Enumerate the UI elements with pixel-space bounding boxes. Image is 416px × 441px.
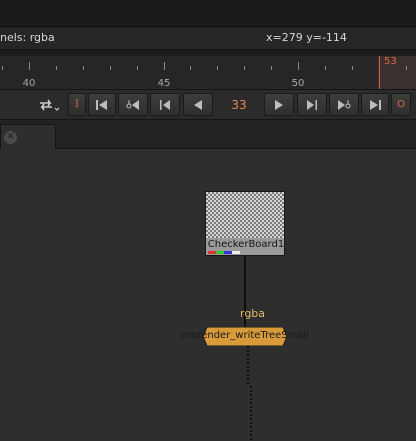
timeline-tick bbox=[164, 62, 165, 70]
first-frame-button[interactable] bbox=[88, 93, 116, 116]
play-backward-button[interactable] bbox=[183, 93, 213, 116]
next-frame-button[interactable] bbox=[297, 93, 327, 116]
timeline-label-50: 50 bbox=[291, 78, 305, 89]
checkerboard-node[interactable]: CheckerBoard1 bbox=[205, 191, 285, 256]
timeline-tick bbox=[352, 66, 353, 70]
checkerboard-node-label: CheckerBoard1 bbox=[207, 239, 285, 250]
playhead[interactable] bbox=[379, 56, 380, 89]
transport-controls: I 33 O bbox=[0, 90, 416, 120]
timeline-tick bbox=[325, 66, 326, 70]
viewer-top-toolbar bbox=[0, 0, 416, 27]
timeline-tick bbox=[2, 66, 3, 70]
set-out-point-button[interactable]: O bbox=[391, 93, 411, 116]
play-forward-button[interactable] bbox=[264, 93, 294, 116]
timeline-ruler[interactable]: 40 45 50 53 bbox=[0, 56, 416, 90]
current-frame-value: 33 bbox=[231, 98, 247, 112]
play-backward-icon bbox=[194, 99, 202, 110]
timeline-tick bbox=[244, 66, 245, 70]
timeline-label-40: 40 bbox=[22, 78, 36, 89]
cursor-coordinates: x=279 y=-114 bbox=[266, 31, 347, 44]
step-forward-icon bbox=[307, 99, 317, 110]
write-node-label: prerender_writeTreeSmall bbox=[180, 330, 310, 341]
step-back-icon bbox=[160, 99, 170, 110]
current-frame-field[interactable]: 33 bbox=[220, 95, 258, 115]
loop-mode-button[interactable] bbox=[36, 95, 62, 115]
previous-key-icon bbox=[126, 99, 139, 110]
previous-frame-button[interactable] bbox=[150, 93, 180, 116]
play-icon bbox=[275, 99, 283, 110]
timeline-tick bbox=[298, 62, 299, 70]
timeline-tick bbox=[137, 66, 138, 70]
skip-to-start-icon bbox=[96, 99, 107, 110]
next-keyframe-button[interactable] bbox=[329, 93, 359, 116]
in-point-label: I bbox=[75, 99, 79, 110]
timeline-label-45: 45 bbox=[157, 78, 171, 89]
channel-indicator bbox=[208, 251, 240, 254]
previous-keyframe-button[interactable] bbox=[118, 93, 148, 116]
node-graph-canvas[interactable]: CheckerBoard1 rgba prerender_writeTreeSm… bbox=[0, 150, 416, 441]
checkerboard-thumbnail bbox=[206, 192, 284, 238]
channels-readout: nels: rgba bbox=[0, 31, 55, 44]
timeline-tick bbox=[83, 66, 84, 70]
skip-to-end-icon bbox=[370, 99, 381, 110]
timeline-tick bbox=[190, 66, 191, 70]
timeline-tick bbox=[56, 66, 57, 70]
viewer-info-bar: nels: rgba x=279 y=-114 bbox=[0, 27, 416, 50]
set-in-point-button[interactable]: I bbox=[68, 93, 86, 116]
playhead-frame-label: 53 bbox=[384, 56, 397, 67]
loop-icon bbox=[40, 99, 60, 111]
timeline-tick bbox=[406, 66, 407, 70]
timeline-tick bbox=[271, 66, 272, 70]
dotted-connection bbox=[247, 346, 249, 386]
write-node[interactable]: prerender_writeTreeSmall bbox=[181, 327, 309, 346]
last-frame-button[interactable] bbox=[361, 93, 389, 116]
edge-channel-label: rgba bbox=[240, 307, 266, 320]
timeline-tick bbox=[110, 66, 111, 70]
close-icon[interactable]: ✕ bbox=[4, 131, 17, 144]
node-graph-tab-strip: ✕ bbox=[0, 120, 416, 149]
out-point-label: O bbox=[397, 99, 405, 110]
next-key-icon bbox=[338, 99, 351, 110]
timeline-tick bbox=[217, 66, 218, 70]
tab-node-graph[interactable]: ✕ bbox=[0, 124, 56, 149]
timeline-tick bbox=[29, 62, 30, 70]
dotted-connection-lower bbox=[250, 386, 252, 441]
